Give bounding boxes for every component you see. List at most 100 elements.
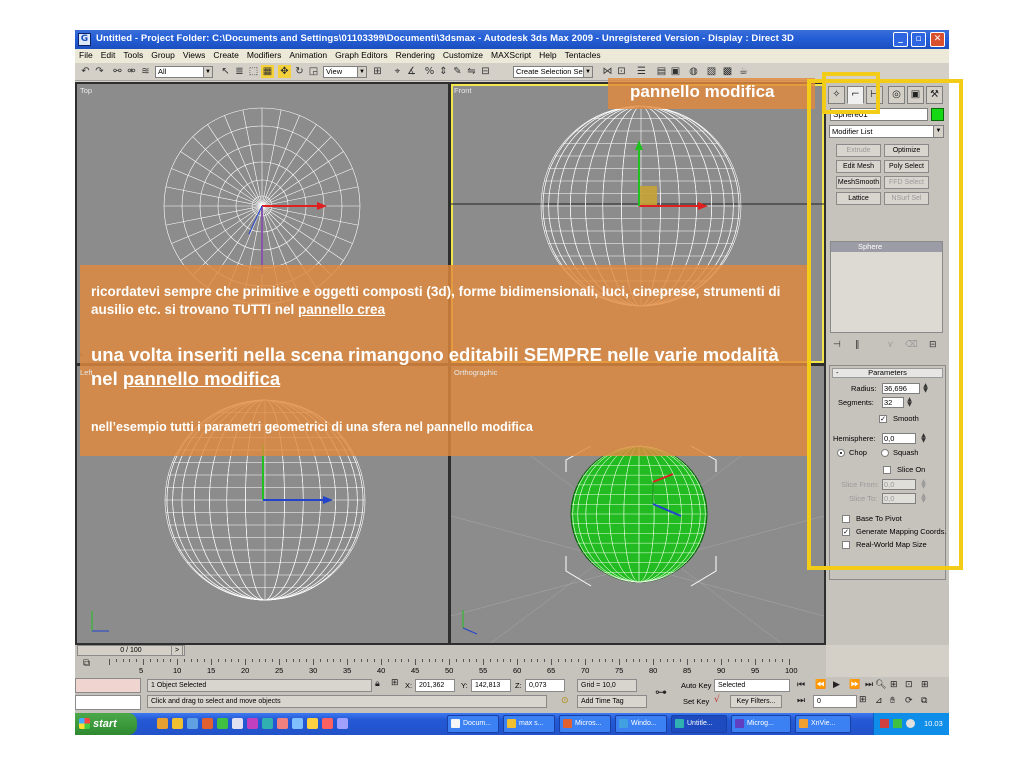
selection-filter-dropdown[interactable]: All ▼ bbox=[155, 66, 213, 78]
time-config-icon[interactable]: ⊞ bbox=[859, 695, 867, 705]
named-selection-set-dropdown[interactable]: Create Selection Set ▼ bbox=[513, 66, 593, 78]
taskbar-item-active[interactable]: Untitle... bbox=[671, 715, 727, 733]
key-mode-dropdown[interactable]: Selected bbox=[714, 679, 790, 692]
key-filter-icon[interactable]: √ bbox=[714, 695, 720, 705]
scale-icon[interactable]: ◲ bbox=[307, 65, 320, 78]
maximize-viewport-icon[interactable]: ⧉ bbox=[921, 696, 927, 706]
y-coordinate-field[interactable]: 142,813 bbox=[471, 679, 511, 692]
prev-frame-icon[interactable]: ⏪ bbox=[815, 680, 826, 690]
menu-views[interactable]: Views bbox=[179, 49, 210, 60]
key-filters-button[interactable]: Key Filters... bbox=[730, 695, 782, 708]
undo-icon[interactable]: ↶ bbox=[79, 65, 92, 78]
x-coordinate-field[interactable]: 201,362 bbox=[415, 679, 455, 692]
current-frame-field[interactable]: 0 bbox=[813, 695, 857, 708]
select-object-icon[interactable]: ↖ bbox=[219, 65, 232, 78]
menu-animation[interactable]: Animation bbox=[285, 49, 331, 60]
maxscript-listener-pink[interactable] bbox=[75, 678, 141, 693]
menu-group[interactable]: Group bbox=[147, 49, 179, 60]
material-editor-icon[interactable]: ◍ bbox=[687, 65, 700, 78]
folder-icon[interactable] bbox=[172, 718, 183, 729]
z-coordinate-field[interactable]: 0,073 bbox=[525, 679, 565, 692]
percent-snap-icon[interactable]: % bbox=[423, 65, 436, 78]
spinner-snap-icon[interactable]: ⇕ bbox=[437, 65, 450, 78]
quicklaunch-icon[interactable] bbox=[247, 718, 258, 729]
title-bar[interactable]: G Untitled - Project Folder: C:\Document… bbox=[75, 30, 949, 49]
quicklaunch-icon[interactable] bbox=[157, 718, 168, 729]
maxscript-listener-white[interactable] bbox=[75, 695, 141, 710]
angle-snap-icon[interactable]: ∡ bbox=[405, 65, 418, 78]
pan-icon[interactable]: ✋︎ bbox=[890, 696, 895, 706]
mirror-icon[interactable]: ⇋ bbox=[465, 65, 478, 78]
maximize-button[interactable]: ▫ bbox=[911, 32, 926, 47]
play-icon[interactable]: ▶ bbox=[833, 680, 840, 690]
move-icon[interactable]: ✥ bbox=[278, 65, 291, 78]
menu-help[interactable]: Help bbox=[535, 49, 560, 60]
app-icon[interactable]: G bbox=[78, 33, 91, 46]
taskbar-item[interactable]: Micros... bbox=[559, 715, 611, 733]
auto-key-label[interactable]: Auto Key bbox=[681, 681, 711, 690]
menu-rendering[interactable]: Rendering bbox=[392, 49, 439, 60]
next-frame-icon[interactable]: ⏩ bbox=[849, 680, 860, 690]
absolute-mode-icon[interactable]: ⊞ bbox=[391, 678, 399, 688]
quick-render-icon[interactable]: ☕ bbox=[737, 65, 750, 78]
menu-maxscript[interactable]: MAXScript bbox=[487, 49, 535, 60]
taskbar-item[interactable]: Windo... bbox=[615, 715, 667, 733]
render-setup-icon[interactable]: ▧ bbox=[705, 65, 718, 78]
curve-editor-icon[interactable]: ▤ bbox=[655, 65, 668, 78]
transform-gizmo-plane[interactable] bbox=[639, 186, 657, 206]
unlink-icon[interactable]: ⚮ bbox=[125, 65, 138, 78]
layer-manager-icon[interactable]: ☰ bbox=[635, 65, 648, 78]
tray-icon[interactable] bbox=[880, 719, 889, 728]
goto-end-icon[interactable]: ⏭ bbox=[865, 680, 873, 690]
link-icon[interactable]: ⚯ bbox=[111, 65, 124, 78]
quicklaunch-icon[interactable] bbox=[217, 718, 228, 729]
key-icon[interactable]: ⊶ bbox=[655, 685, 667, 699]
select-by-name-icon[interactable]: ≣ bbox=[233, 65, 246, 78]
mini-curve-editor-icon[interactable]: ⧉ bbox=[83, 658, 90, 669]
edit-named-sel-icon[interactable]: ✎ bbox=[451, 65, 464, 78]
minimize-button[interactable]: _ bbox=[893, 32, 908, 47]
quicklaunch-icon[interactable] bbox=[307, 718, 318, 729]
time-slider[interactable]: 0 / 100 bbox=[77, 645, 185, 656]
time-slider-next-button[interactable]: > bbox=[171, 645, 183, 656]
quicklaunch-icon[interactable] bbox=[262, 718, 273, 729]
quicklaunch-icon[interactable] bbox=[322, 718, 333, 729]
quicklaunch-icon[interactable] bbox=[187, 718, 198, 729]
pivot-center-icon[interactable]: ⊞ bbox=[371, 65, 384, 78]
tray-icon[interactable] bbox=[893, 719, 902, 728]
track-bar[interactable]: 5 10 15 20 25 30 35 40 45 50 55 60 65 70 75 80 85 90 95 100 bbox=[109, 659, 799, 676]
taskbar-item[interactable]: Microg... bbox=[731, 715, 791, 733]
align-icon[interactable]: ⊟ bbox=[479, 65, 492, 78]
zoom-extents-icon[interactable]: ⊡ bbox=[905, 680, 913, 690]
menu-tentacles[interactable]: Tentacles bbox=[561, 49, 605, 60]
key-mode-toggle-icon[interactable]: ⏭ bbox=[797, 696, 805, 706]
align-tool-icon[interactable]: ⊡ bbox=[615, 65, 628, 78]
redo-icon[interactable]: ↷ bbox=[93, 65, 106, 78]
zoom-all-icon[interactable]: ⊞ bbox=[890, 680, 898, 690]
set-key-label[interactable]: Set Key bbox=[683, 697, 709, 706]
window-crossing-icon[interactable]: ▦ bbox=[261, 65, 274, 78]
quicklaunch-icon[interactable] bbox=[232, 718, 243, 729]
menu-file[interactable]: File bbox=[75, 49, 97, 60]
menu-modifiers[interactable]: Modifiers bbox=[243, 49, 285, 60]
time-tag-icon[interactable]: ⊙ bbox=[561, 696, 569, 706]
taskbar-item[interactable]: Docum... bbox=[447, 715, 499, 733]
zoom-extents-all-icon[interactable]: ⊞ bbox=[921, 680, 929, 690]
schematic-view-icon[interactable]: ▣ bbox=[669, 65, 682, 78]
taskbar-item[interactable]: max s... bbox=[503, 715, 555, 733]
menu-customize[interactable]: Customize bbox=[439, 49, 487, 60]
quicklaunch-icon[interactable] bbox=[277, 718, 288, 729]
menu-graph-editors[interactable]: Graph Editors bbox=[331, 49, 391, 60]
zoom-icon[interactable]: 🔍︎ bbox=[875, 680, 886, 690]
start-button[interactable]: start bbox=[75, 713, 137, 735]
close-button[interactable]: ✕ bbox=[930, 32, 945, 47]
rotate-icon[interactable]: ↻ bbox=[293, 65, 306, 78]
snap-toggle-icon[interactable]: ⌖ bbox=[391, 65, 404, 78]
tray-icon[interactable] bbox=[906, 719, 915, 728]
goto-start-icon[interactable]: ⏮ bbox=[797, 680, 805, 690]
quicklaunch-icon[interactable] bbox=[202, 718, 213, 729]
quicklaunch-icon[interactable] bbox=[337, 718, 348, 729]
add-time-tag-button[interactable]: Add Time Tag bbox=[577, 695, 647, 708]
orbit-icon[interactable]: ⟳ bbox=[905, 696, 913, 706]
render-frame-icon[interactable]: ▩ bbox=[721, 65, 734, 78]
